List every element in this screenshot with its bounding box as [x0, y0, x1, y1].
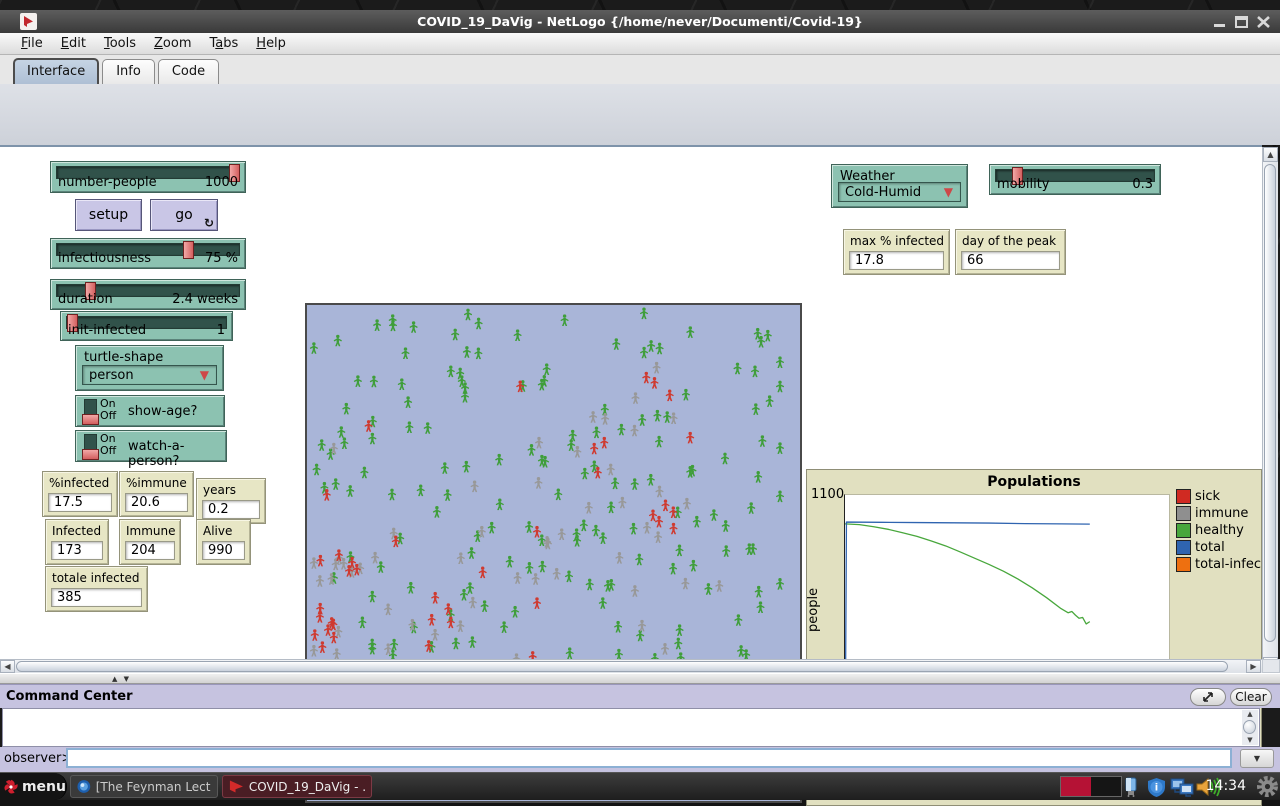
close-icon[interactable] [1255, 14, 1272, 29]
legend-item-immune: immune [1176, 505, 1262, 522]
detach-command-center-button[interactable] [1190, 688, 1226, 706]
diagonal-arrows-icon [1202, 691, 1214, 703]
taskbar-item-browser[interactable]: [The Feynman Lect... [70, 775, 218, 798]
scroll-up-icon[interactable]: ▲ [1242, 710, 1258, 719]
menu-item-tabs[interactable]: Tabs [200, 34, 247, 53]
forever-loop-icon: ↻ [204, 216, 214, 230]
monitor-immune: Immune204 [119, 519, 181, 565]
menu-item-file[interactable]: File [12, 34, 52, 53]
command-center-title: Command Center [0, 689, 132, 704]
legend-swatch [1176, 506, 1191, 521]
legend-item-total: total [1176, 539, 1262, 556]
legend-swatch [1176, 540, 1191, 555]
splitter-arrows-icon[interactable]: ▲ ▼ [112, 675, 131, 683]
monitor-pct-infected: %infected17.5 [42, 471, 118, 517]
observer-prompt: observer> [4, 751, 72, 766]
clear-button[interactable]: Clear [1230, 688, 1272, 706]
scroll-up-icon[interactable]: ▲ [1263, 147, 1278, 162]
tab-code[interactable]: Code [158, 59, 219, 84]
switch-watch-a-person[interactable]: OnOff watch-a-person? [75, 430, 227, 462]
vertical-scrollbar-thumb[interactable] [1264, 164, 1276, 642]
y-axis-max: 1100 [811, 487, 844, 502]
slider-init-infected[interactable]: init-infected1 [60, 311, 233, 341]
scroll-right-icon[interactable]: ▶ [1246, 660, 1261, 673]
legend-item-healthy: healthy [1176, 522, 1262, 539]
legend-swatch [1176, 489, 1191, 504]
chevron-down-icon: ▼ [200, 368, 209, 382]
output-scrollbar-thumb[interactable] [1243, 720, 1256, 734]
chooser-weather[interactable]: Weather Cold-Humid ▼ [831, 164, 968, 208]
switch-show-age[interactable]: OnOff show-age? [75, 395, 225, 427]
battery-icon[interactable] [1122, 776, 1140, 802]
command-input[interactable] [66, 748, 1232, 768]
monitor-max-pct-infected: max % infected17.8 [843, 229, 950, 275]
y-axis-label: people [806, 588, 821, 632]
horizontal-scrollbar-thumb[interactable] [16, 661, 1228, 672]
legend-item-sick: sick [1176, 488, 1262, 505]
menu-item-zoom[interactable]: Zoom [145, 34, 200, 53]
interface-canvas: number-people1000 setup go ↻ infectiousn… [0, 145, 1262, 659]
netlogo-icon [229, 779, 244, 794]
scrollbar-corner [1262, 659, 1280, 673]
slider-infectiousness[interactable]: infectiousness75 % [50, 238, 246, 269]
horizontal-scrollbar[interactable]: ◀ ▶ [0, 659, 1262, 673]
maximize-button[interactable] [1233, 14, 1250, 29]
command-center-input-row: observer> ▼ [0, 747, 1280, 772]
plot-legend: sickimmunehealthytotaltotal-infected [1176, 488, 1262, 573]
browser-icon [77, 779, 91, 794]
plot-line-healthy [845, 524, 1090, 624]
legend-swatch [1176, 523, 1191, 538]
switch-handle[interactable] [82, 414, 99, 425]
monitor-totale-infected: totale infected385 [45, 566, 148, 612]
toolbar: Edit Delete + Add abc Button ▼ normal sp… [0, 84, 1280, 145]
vertical-scrollbar[interactable]: ▲ ▼ [1262, 147, 1278, 673]
taskbar-item-netlogo[interactable]: COVID_19_DaVig - ... [222, 775, 372, 798]
taskbar: menu [The Feynman Lect... COVID_19_DaVig… [0, 772, 1280, 800]
menu-bar: FileEditToolsZoomTabsHelp [0, 33, 1280, 55]
menu-item-edit[interactable]: Edit [52, 34, 95, 53]
window-title: COVID_19_DaVig - NetLogo {/home/never/Do… [0, 14, 1280, 29]
command-center-output[interactable]: ▲ ▼ [2, 708, 1260, 747]
legend-swatch [1176, 557, 1191, 572]
slider-mobility[interactable]: mobility0.3 [989, 164, 1161, 195]
slider-number-people[interactable]: number-people1000 [50, 161, 246, 193]
tab-row: Interface Info Code [0, 55, 1280, 84]
chevron-down-icon: ▼ [944, 185, 953, 199]
update-shield-icon[interactable]: i [1148, 778, 1165, 801]
gear-icon[interactable] [1256, 775, 1279, 802]
monitor-day-of-peak: day of the peak66 [955, 229, 1066, 275]
tab-interface[interactable]: Interface [13, 58, 99, 84]
taskbar-clock: 14:34 [1206, 778, 1246, 794]
menu-item-tools[interactable]: Tools [95, 34, 145, 53]
agent-type-dropdown[interactable]: ▼ [1240, 749, 1274, 768]
slider-duration[interactable]: duration2.4 weeks [50, 279, 246, 310]
switch-handle[interactable] [82, 449, 99, 460]
command-center-header: Command Center Clear [0, 684, 1280, 708]
setup-button[interactable]: setup [75, 199, 142, 231]
workspace-inactive[interactable] [1091, 777, 1121, 796]
legend-item-total-infected: total-infected [1176, 556, 1262, 573]
svg-text:i: i [1155, 783, 1158, 794]
monitor-years: years0.2 [196, 478, 266, 524]
minimize-button[interactable] [1211, 14, 1228, 29]
network-icon[interactable] [1170, 776, 1196, 802]
go-button[interactable]: go ↻ [150, 199, 218, 231]
monitor-infected: Infected173 [45, 519, 109, 565]
workspace-pager[interactable] [1060, 776, 1122, 797]
chooser-turtle-shape[interactable]: turtle-shape person ▼ [75, 345, 224, 391]
menu-item-help[interactable]: Help [247, 34, 295, 53]
menu-button[interactable]: menu [0, 773, 67, 800]
window-titlebar: COVID_19_DaVig - NetLogo {/home/never/Do… [0, 10, 1280, 33]
scroll-down-icon[interactable]: ▼ [1242, 736, 1258, 745]
workspace-active[interactable] [1061, 777, 1091, 796]
command-center-splitter[interactable]: ▲ ▼ [0, 673, 1280, 684]
output-scrollbar[interactable]: ▲ ▼ [1242, 710, 1258, 745]
monitor-pct-immune: %immune20.6 [119, 471, 194, 517]
tab-info[interactable]: Info [102, 59, 155, 84]
monitor-alive: Alive990 [196, 519, 251, 565]
distro-logo-icon [3, 776, 19, 798]
scroll-left-icon[interactable]: ◀ [0, 660, 15, 673]
